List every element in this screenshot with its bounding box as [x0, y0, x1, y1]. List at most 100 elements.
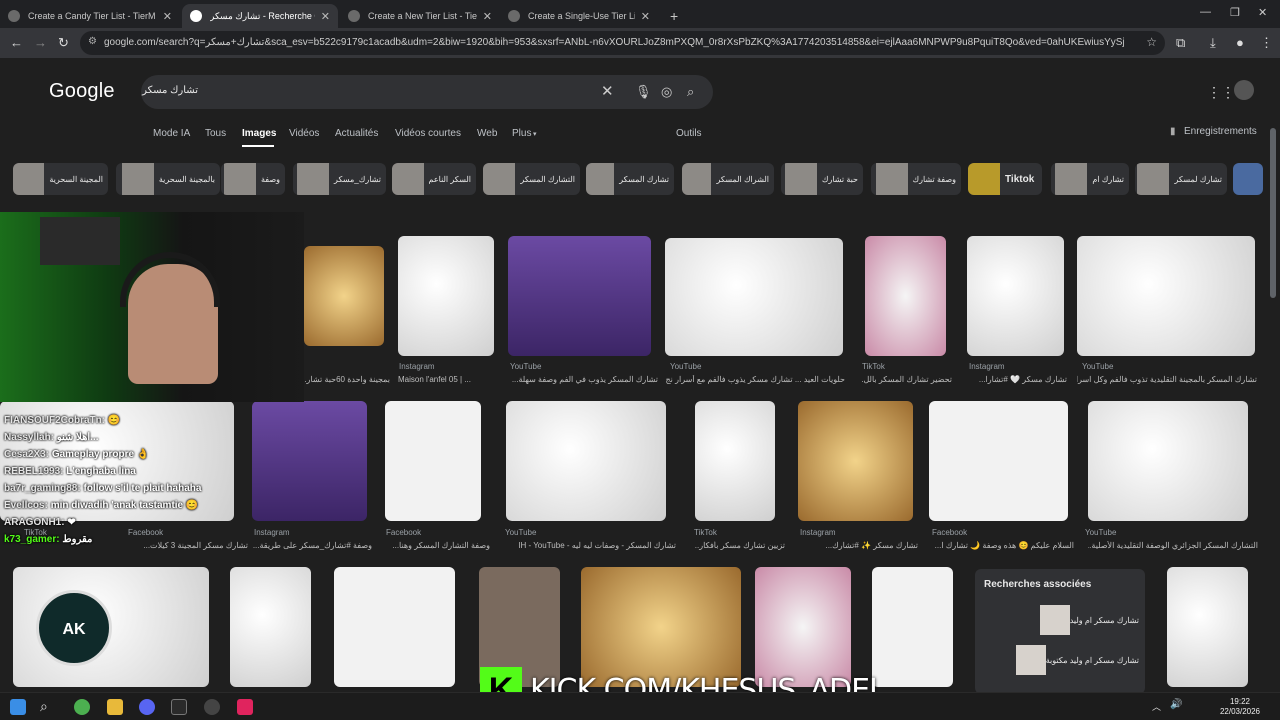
image-result[interactable]: [398, 236, 494, 356]
file-explorer-icon[interactable]: [107, 699, 123, 715]
chrome-icon[interactable]: [74, 699, 90, 715]
chip[interactable]: التشارك المسكر: [483, 163, 580, 195]
search-input[interactable]: تشارك مسكر: [142, 85, 198, 96]
account-avatar[interactable]: [1234, 80, 1254, 100]
chip[interactable]: الشراك المسكر: [682, 163, 774, 195]
chip[interactable]: تشارك لمسكر: [1135, 163, 1227, 195]
image-result[interactable]: [665, 238, 843, 356]
scrollbar[interactable]: [1270, 128, 1276, 298]
close-tab-icon[interactable]: ✕: [641, 10, 650, 23]
search-box[interactable]: تشارك مسكر ✕ 🎙 ◎ ⌕: [141, 75, 713, 109]
windows-start-icon[interactable]: [10, 699, 26, 715]
image-caption[interactable]: تزيين تشارك مسكر بأفكار...: [695, 541, 785, 550]
image-caption[interactable]: وصفة التشارك المسكر وهنا...: [385, 541, 490, 550]
url-text[interactable]: google.com/search?q=تشارك+مسكر&sca_esv=b…: [104, 37, 1124, 48]
search-icon[interactable]: ⌕: [40, 698, 48, 715]
image-caption[interactable]: التشارك المسكر الجزائري الوصفة التقليدية…: [1088, 541, 1258, 550]
chip[interactable]: حبة تشارك: [781, 163, 863, 195]
extensions-icon[interactable]: ⧉: [1176, 35, 1185, 51]
tab-0[interactable]: Create a Candy Tier List - TierM ✕: [0, 4, 180, 28]
image-result[interactable]: [695, 401, 775, 521]
related-search-item[interactable]: تشارك مسكر ام وليد: [981, 603, 1139, 637]
site-info-icon[interactable]: ⚙: [88, 36, 97, 47]
image-caption[interactable]: تشارك مسكر ✨ #تشارك...: [798, 541, 918, 550]
close-tab-icon[interactable]: ✕: [321, 10, 330, 23]
obs-icon[interactable]: [204, 699, 220, 715]
image-caption[interactable]: وصفة #تشارك_مسكر على طريقة...: [252, 541, 372, 550]
maximize-icon[interactable]: ❐: [1230, 6, 1240, 19]
related-search-item[interactable]: تشارك مسكر ام وليد مكتوبة: [981, 643, 1139, 677]
tray-chevron-icon[interactable]: ︿: [1152, 700, 1161, 713]
microphone-icon[interactable]: 🎙: [635, 84, 652, 100]
image-caption[interactable]: تشارك المسكر - وصفات ليه ليه - IH - YouT…: [506, 541, 676, 550]
close-tab-icon[interactable]: ✕: [483, 10, 492, 23]
bookmark-star-icon[interactable]: ☆: [1146, 35, 1157, 49]
omnibox[interactable]: ⚙ google.com/search?q=تشارك+مسكر&sca_esv…: [80, 31, 1165, 55]
chip[interactable]: تشارك المسكر: [586, 163, 674, 195]
filter-videos-courtes[interactable]: Vidéos courtes: [395, 128, 461, 139]
image-result[interactable]: [334, 567, 455, 687]
filter-images[interactable]: Images: [242, 128, 276, 139]
chip[interactable]: وصفة: [221, 163, 285, 195]
chip[interactable]: تشارك ام: [1051, 163, 1129, 195]
chip[interactable]: بالمجينة السحرية: [116, 163, 220, 195]
chip[interactable]: المجينة السحرية: [13, 163, 108, 195]
tab-1[interactable]: تشارك مسكر - Recherche Google ✕: [182, 4, 338, 28]
image-caption[interactable]: Maison l'anfel 05 | ...: [398, 375, 498, 384]
discord-icon[interactable]: [139, 699, 155, 715]
image-result[interactable]: [508, 236, 651, 356]
image-result[interactable]: [304, 246, 384, 346]
chip[interactable]: السكر الناعم: [392, 163, 476, 195]
forward-icon[interactable]: →: [34, 35, 47, 50]
saved-button[interactable]: Enregistrements: [1184, 126, 1257, 137]
tiktok-icon[interactable]: [237, 699, 253, 715]
minimize-icon[interactable]: —: [1200, 6, 1211, 18]
image-caption[interactable]: تشارك المسكر يذوب في الفم وصفة سهلة...: [508, 375, 658, 384]
filter-plus[interactable]: Plus: [512, 128, 531, 139]
image-result[interactable]: [506, 401, 666, 521]
image-result[interactable]: [1167, 567, 1248, 687]
close-window-icon[interactable]: ✕: [1258, 6, 1267, 19]
profile-icon[interactable]: ●: [1236, 35, 1244, 50]
search-icon[interactable]: ⌕: [687, 84, 694, 100]
tab-3[interactable]: Create a Single-Use Tier List (P ✕: [500, 4, 658, 28]
reload-icon[interactable]: ↻: [58, 35, 69, 51]
volume-icon[interactable]: 🔊: [1170, 699, 1182, 710]
back-icon[interactable]: ←: [10, 35, 23, 50]
filter-actualites[interactable]: Actualités: [335, 128, 378, 139]
new-tab-button[interactable]: +: [662, 4, 682, 28]
image-result[interactable]: [230, 567, 311, 687]
image-result[interactable]: [252, 401, 367, 521]
image-caption[interactable]: بمجينة واحدة 60حبة تشار...: [304, 375, 390, 384]
filter-mode-ia[interactable]: Mode IA: [153, 128, 190, 139]
close-tab-icon[interactable]: ✕: [163, 10, 172, 23]
image-caption[interactable]: تشارك مسكر 🤍 #تشارا...: [967, 375, 1067, 384]
chip[interactable]: وصفة تشارك: [871, 163, 961, 195]
filter-tous[interactable]: Tous: [205, 128, 226, 139]
google-logo[interactable]: Google: [49, 80, 115, 103]
image-result[interactable]: [929, 401, 1068, 521]
image-caption[interactable]: السلام عليكم 😊 هذه وصفة 🌙 تشارك ا...: [929, 541, 1074, 550]
image-result[interactable]: [865, 236, 946, 356]
tools-button[interactable]: Outils: [676, 128, 702, 139]
image-result[interactable]: [1077, 236, 1255, 356]
chip[interactable]: [1233, 163, 1263, 195]
download-icon[interactable]: ⤓: [1210, 35, 1216, 51]
image-result[interactable]: [798, 401, 913, 521]
tab-2[interactable]: Create a New Tier List - TierMa ✕: [340, 4, 500, 28]
image-caption[interactable]: حلويات العيد ... تشارك مسكر يذوب فالفم م…: [665, 375, 845, 384]
image-result[interactable]: [967, 236, 1064, 356]
image-caption[interactable]: تحضير تشارك المسكر بالل...: [862, 375, 952, 384]
filter-videos[interactable]: Vidéos: [289, 128, 319, 139]
menu-icon[interactable]: ⋮: [1260, 35, 1273, 51]
terminal-icon[interactable]: [171, 699, 187, 715]
image-result[interactable]: [1088, 401, 1248, 521]
image-caption[interactable]: تشارك المسكر بالمجينة التقليدية تذوب فال…: [1077, 375, 1257, 384]
filter-web[interactable]: Web: [477, 128, 497, 139]
system-clock[interactable]: 19:22 22/03/2026: [1220, 697, 1260, 717]
clear-search-icon[interactable]: ✕: [601, 82, 614, 100]
chip[interactable]: تشارك_مسكر: [293, 163, 386, 195]
image-result[interactable]: [385, 401, 481, 521]
lens-camera-icon[interactable]: ◎: [661, 84, 672, 100]
chip[interactable]: Tiktok: [968, 163, 1042, 195]
